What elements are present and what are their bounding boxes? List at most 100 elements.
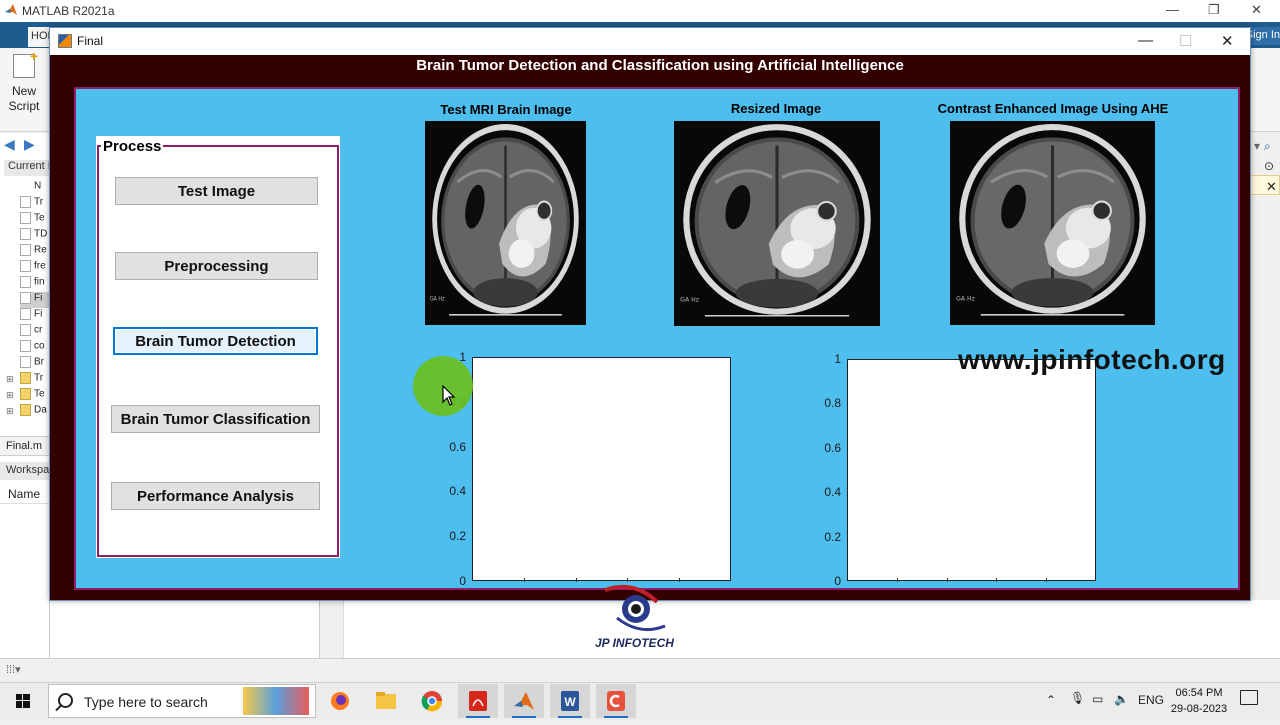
folder-item[interactable]: Tr: [20, 372, 50, 388]
x-tick-mark: [679, 578, 681, 582]
right-side-panel: ▾ ⌕ ⊙ ✕: [1250, 133, 1280, 600]
workspace-area: [50, 600, 320, 658]
svg-text:GA Hz: GA Hz: [956, 296, 975, 303]
status-bar: ⁞⁞⁞▾: [0, 658, 1280, 682]
file-icon: [20, 244, 31, 256]
file-item-label: Te: [34, 388, 45, 400]
file-item[interactable]: N: [20, 180, 50, 196]
resized-image-title: Resized Image: [730, 101, 822, 116]
file-icon: [20, 196, 31, 208]
file-item-label: Re: [34, 244, 47, 256]
chevron-down-icon[interactable]: ▾: [1254, 139, 1260, 153]
figure-titlebar: Final — ☐ ✕: [50, 28, 1250, 55]
folder-icon: [20, 388, 31, 400]
file-icon: [20, 260, 31, 272]
search-icon[interactable]: ⌕: [1264, 139, 1271, 154]
figure-minimize-icon[interactable]: —: [1138, 32, 1153, 49]
file-item-label: Fi: [34, 292, 43, 304]
editor-tab-label: Final.m: [6, 440, 43, 452]
x-tick-mark: [996, 578, 998, 582]
folder-nav: ◀ ▶: [0, 136, 50, 156]
file-item[interactable]: fre: [20, 260, 50, 276]
contrast-enhanced-mri-image: GA Hz: [950, 121, 1155, 325]
test-image-button[interactable]: Test Image: [115, 177, 318, 205]
chevron-up-icon[interactable]: ⌃: [1046, 693, 1056, 707]
x-tick-mark: [575, 578, 577, 582]
file-item[interactable]: Fi: [20, 292, 50, 308]
file-item[interactable]: Fi: [20, 308, 50, 324]
minimize-icon[interactable]: —: [1166, 2, 1179, 17]
close-banner-icon[interactable]: ✕: [1266, 179, 1277, 195]
file-item-label: Tr: [34, 196, 44, 208]
file-item[interactable]: Te: [20, 212, 50, 228]
file-icon: [20, 356, 31, 368]
jp-infotech-logo: JP INFOTECH: [595, 584, 690, 652]
y-tick-label: 0.2: [449, 529, 466, 544]
windows-icon: [16, 694, 30, 708]
taskbar-search-box[interactable]: Type here to search: [48, 684, 316, 718]
file-item[interactable]: fin: [20, 276, 50, 292]
volume-icon[interactable]: 🔈: [1114, 692, 1129, 706]
figure-icon: [58, 34, 72, 48]
language-indicator[interactable]: ENG: [1138, 693, 1164, 707]
folder-item[interactable]: Te: [20, 388, 50, 404]
new-script-button[interactable]: New Script: [6, 49, 42, 114]
file-item[interactable]: cr: [20, 324, 50, 340]
website-watermark: www.jpinfotech.org: [958, 344, 1226, 375]
network-icon[interactable]: ▭: [1092, 692, 1103, 706]
file-item-label: N: [34, 180, 42, 192]
file-item[interactable]: TD: [20, 228, 50, 244]
matlab-taskbar-icon[interactable]: [504, 684, 544, 718]
expand-icon[interactable]: ⊞: [6, 374, 14, 385]
search-icon: [58, 693, 73, 708]
word-taskbar-icon[interactable]: W: [550, 684, 590, 718]
performance-analysis-button[interactable]: Performance Analysis: [111, 482, 320, 510]
firefox-taskbar-icon[interactable]: [320, 684, 360, 718]
file-icon: [20, 276, 31, 288]
editor-tab-final-m[interactable]: Final.m: [0, 436, 50, 456]
y-tick-label: 0: [834, 574, 841, 588]
expand-icon[interactable]: ⊞: [6, 390, 14, 401]
microphone-icon[interactable]: 🎙: [1070, 691, 1085, 705]
back-arrow-icon[interactable]: ◀: [4, 136, 15, 153]
workspace-name-column[interactable]: Name: [0, 484, 50, 504]
start-button[interactable]: [0, 682, 46, 720]
result-axes-2: [847, 359, 1096, 581]
recorder-taskbar-icon[interactable]: [596, 684, 636, 718]
brain-tumor-detection-button[interactable]: Brain Tumor Detection: [113, 327, 318, 355]
sign-in-label: Sign In: [1250, 29, 1280, 41]
expand-icon[interactable]: ⊞: [6, 406, 14, 417]
search-placeholder: Type here to search: [84, 694, 208, 710]
file-item[interactable]: Tr: [20, 196, 50, 212]
figure-close-icon[interactable]: ✕: [1221, 32, 1234, 50]
result-axes-1: [472, 357, 731, 581]
brain-tumor-classification-button[interactable]: Brain Tumor Classification: [111, 405, 320, 433]
close-icon[interactable]: ✕: [1251, 2, 1262, 18]
chrome-taskbar-icon[interactable]: [412, 684, 452, 718]
file-explorer-taskbar-icon[interactable]: [366, 684, 406, 718]
mouse-pointer-icon: [442, 385, 456, 406]
sign-in-button[interactable]: Sign In: [1248, 27, 1280, 45]
forward-arrow-icon[interactable]: ▶: [24, 136, 35, 153]
clock-date: 29-08-2023: [1170, 703, 1228, 715]
taskbar-clock[interactable]: 06:54 PM 29-08-2023: [1166, 685, 1232, 717]
folder-item[interactable]: Da: [20, 404, 50, 420]
restore-icon[interactable]: ❐: [1208, 2, 1220, 18]
file-item-label: Da: [34, 404, 47, 416]
file-item-label: Br: [34, 356, 44, 368]
new-script-label-2: Script: [8, 99, 40, 113]
command-window[interactable]: [320, 600, 1280, 658]
dropdown-icon[interactable]: ⊙: [1264, 159, 1274, 173]
file-item[interactable]: Br: [20, 356, 50, 372]
file-item[interactable]: Re: [20, 244, 50, 260]
figure-maximize-icon[interactable]: ☐: [1179, 32, 1192, 50]
preprocessing-button[interactable]: Preprocessing: [115, 252, 318, 280]
notification-icon[interactable]: [1240, 690, 1258, 705]
x-tick-mark: [1046, 578, 1048, 582]
file-item[interactable]: co: [20, 340, 50, 356]
acrobat-taskbar-icon[interactable]: [458, 684, 498, 718]
file-item-label: cr: [34, 324, 43, 336]
file-item-label: fin: [34, 276, 45, 288]
x-tick-mark: [523, 578, 525, 582]
y-tick-label: 0.4: [824, 485, 841, 500]
